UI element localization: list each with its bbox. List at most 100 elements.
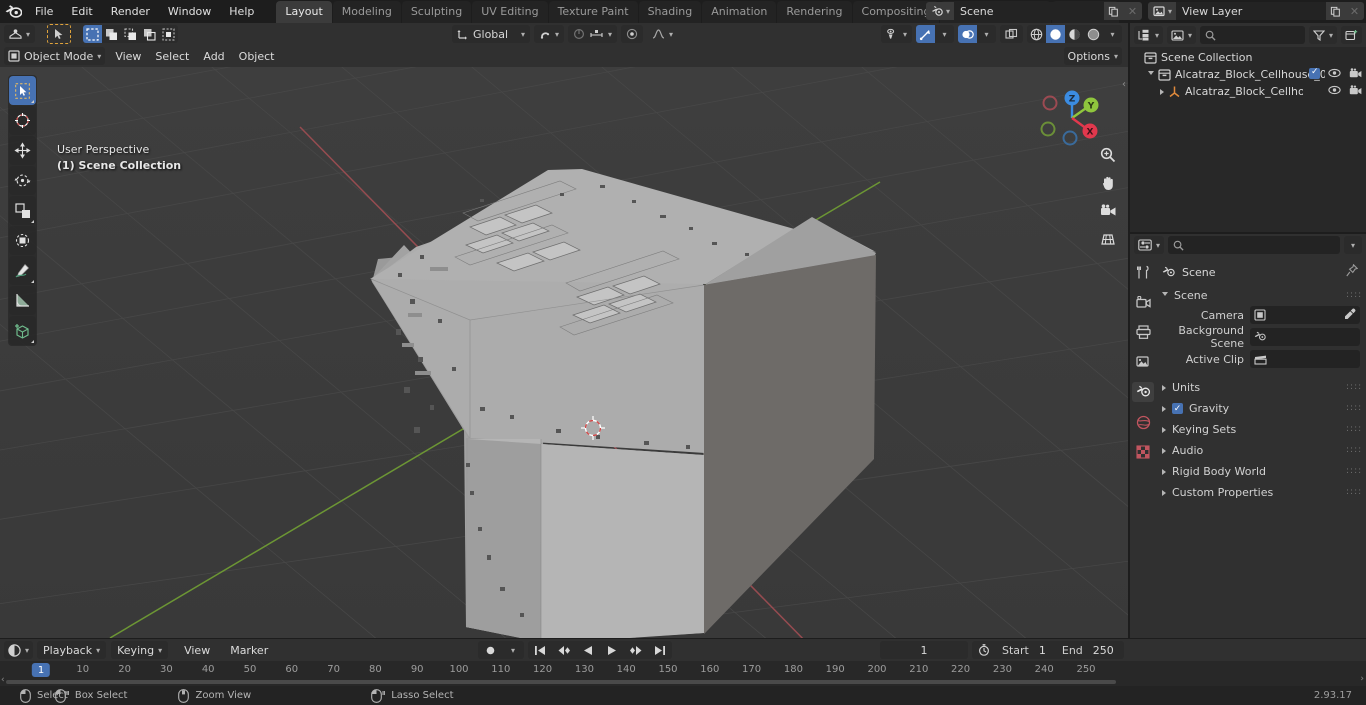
property-section-header[interactable]: Custom Properties:::: [1156, 482, 1366, 503]
shading-material-preview-icon[interactable] [1065, 25, 1084, 43]
active-tool-cursor-icon[interactable] [47, 24, 71, 44]
chevron-right-icon[interactable] [1162, 385, 1166, 391]
hand-pan-icon[interactable] [1098, 173, 1118, 193]
view3d-menu-object[interactable]: Object [232, 48, 282, 65]
gizmo-group[interactable]: ▾ [916, 25, 954, 43]
properties-options-dropdown[interactable]: ▾ [1344, 236, 1362, 254]
current-frame-field[interactable]: 1 [880, 641, 968, 659]
select-box-icon[interactable] [83, 25, 102, 43]
hide-in-viewport-icon[interactable] [1328, 68, 1341, 81]
properties-tab-texture[interactable] [1132, 442, 1154, 462]
viewport-shading-group[interactable]: ▾ [1027, 25, 1122, 43]
view-layer-name-field[interactable]: View Layer [1176, 2, 1326, 20]
property-section-header[interactable]: Units:::: [1156, 377, 1366, 398]
properties-tab-tool[interactable] [1132, 262, 1154, 282]
outliner-row-label[interactable]: Alcatraz_Block_Cellhouse [1185, 85, 1303, 98]
gizmo-dropdown-icon[interactable]: ▾ [935, 25, 954, 43]
topbar-menu-help[interactable]: Help [220, 2, 263, 21]
show-gizmo-icon[interactable] [916, 25, 935, 43]
show-overlays-icon[interactable] [958, 25, 977, 43]
properties-tab-scene[interactable] [1132, 382, 1154, 402]
chevron-down-icon[interactable] [1148, 71, 1154, 78]
properties-search-input[interactable] [1168, 236, 1340, 254]
select-subtract-icon[interactable] [121, 25, 140, 43]
jump-to-end-button[interactable] [648, 641, 672, 659]
tool-add-cube[interactable] [9, 316, 36, 345]
collection-enable-checkbox[interactable]: ✓ [1309, 68, 1320, 82]
outliner-display-mode-dropdown[interactable]: ▾ [1134, 26, 1163, 44]
properties-tab-rail[interactable] [1130, 256, 1156, 638]
overlays-group[interactable]: ▾ [958, 25, 996, 43]
tool-tweak-select[interactable] [9, 76, 36, 105]
jump-to-start-button[interactable] [528, 641, 552, 659]
outliner-row-label[interactable]: Scene Collection [1161, 51, 1252, 64]
proportional-falloff-dropdown[interactable]: ▾ [647, 25, 678, 43]
disable-in-renders-icon[interactable] [1349, 68, 1362, 82]
jump-to-next-keyframe-button[interactable] [624, 641, 648, 659]
chevron-right-icon[interactable] [1162, 406, 1166, 412]
shading-rendered-icon[interactable] [1084, 25, 1103, 43]
view3d-menu-view[interactable]: View [108, 48, 148, 65]
timeline-horizontal-scrollbar[interactable] [6, 680, 1116, 684]
select-mode-group[interactable] [83, 25, 178, 43]
properties-tab-world[interactable] [1132, 412, 1154, 432]
editor-type-button[interactable]: ▾ [4, 25, 35, 43]
auto-keyframe-record-icon[interactable] [478, 641, 502, 659]
use-preview-range-icon[interactable] [972, 644, 996, 656]
workspace-tab-sculpting[interactable]: Sculpting [402, 1, 471, 23]
timeline-menu-view[interactable]: View [177, 642, 217, 659]
frame-end-value[interactable]: 250 [1089, 644, 1124, 657]
new-scene-button[interactable] [1104, 2, 1123, 20]
section-enable-checkbox[interactable]: ✓ [1172, 403, 1183, 414]
visibility-filter-dropdown[interactable]: ▾ [881, 25, 912, 43]
outliner-search-input[interactable] [1200, 26, 1305, 44]
tool-annotate[interactable] [9, 256, 36, 285]
record-options-dropdown[interactable]: ▾ [502, 641, 524, 659]
zoom-icon[interactable] [1098, 145, 1118, 165]
chevron-right-icon[interactable] [1162, 448, 1166, 454]
property-value-field[interactable] [1250, 306, 1360, 324]
properties-tab-output[interactable] [1132, 322, 1154, 342]
outliner-row-toggles[interactable]: ✓ [1309, 66, 1362, 83]
timeline-body[interactable]: 1020304050607080901001101201301401501601… [0, 661, 1366, 686]
new-view-layer-button[interactable] [1326, 2, 1345, 20]
viewport-nav-icons[interactable] [1098, 145, 1118, 249]
transform-orientation-dropdown[interactable]: Global ▾ [452, 25, 530, 43]
property-section-header[interactable]: Keying Sets:::: [1156, 419, 1366, 440]
toggle-xray-button[interactable] [1000, 25, 1023, 43]
object-mode-dropdown[interactable]: Object Mode ▾ [4, 47, 105, 65]
eyedropper-icon[interactable] [1344, 308, 1356, 323]
topbar-menu-render[interactable]: Render [102, 2, 159, 21]
property-value-field[interactable] [1250, 328, 1360, 346]
snap-toggle-button[interactable]: ▾ [534, 25, 564, 43]
timeline-ruler[interactable]: 1020304050607080901001101201301401501601… [0, 661, 1366, 679]
options-dropdown[interactable]: Options ▾ [1064, 47, 1122, 65]
outliner-row-label[interactable]: Alcatraz_Block_Cellhouse_00: [1175, 68, 1325, 81]
topbar-menu-edit[interactable]: Edit [62, 2, 101, 21]
scene-name-field[interactable]: Scene [954, 2, 1104, 20]
hide-in-viewport-icon[interactable] [1328, 85, 1341, 98]
proportional-editing-button[interactable] [621, 25, 643, 43]
scene-id-block[interactable]: ▾ Scene ✕ [926, 2, 1142, 20]
unlink-scene-button[interactable]: ✕ [1123, 2, 1142, 20]
workspace-tab-texture-paint[interactable]: Texture Paint [549, 1, 638, 23]
play-reverse-button[interactable] [576, 641, 600, 659]
view-layer-id-block[interactable]: ▾ View Layer ✕ [1148, 2, 1364, 20]
disable-in-renders-icon[interactable] [1349, 85, 1362, 99]
jump-to-prev-keyframe-button[interactable] [552, 641, 576, 659]
workspace-tab-animation[interactable]: Animation [702, 1, 776, 23]
view-layer-browse-icon[interactable]: ▾ [1148, 2, 1176, 20]
timeline-menu-playback[interactable]: Playback▾ [37, 641, 106, 659]
workspace-tab-rendering[interactable]: Rendering [777, 1, 851, 23]
select-difference-icon[interactable] [159, 25, 178, 43]
frame-start-value[interactable]: 1 [1035, 644, 1056, 657]
shading-wireframe-icon[interactable] [1027, 25, 1046, 43]
outliner-filter-dropdown[interactable]: ▾ [1309, 26, 1337, 44]
shading-solid-icon[interactable] [1046, 25, 1065, 43]
properties-scene-panel-header[interactable]: Scene :::: [1156, 286, 1366, 305]
scene-browse-icon[interactable]: ▾ [926, 2, 954, 20]
workspace-tab-modeling[interactable]: Modeling [333, 1, 401, 23]
workspace-tab-uv-editing[interactable]: UV Editing [472, 1, 547, 23]
outliner-tree[interactable]: Scene Collection Alcatraz_Block_Cellhouse… [1130, 47, 1366, 232]
play-button[interactable] [600, 641, 624, 659]
